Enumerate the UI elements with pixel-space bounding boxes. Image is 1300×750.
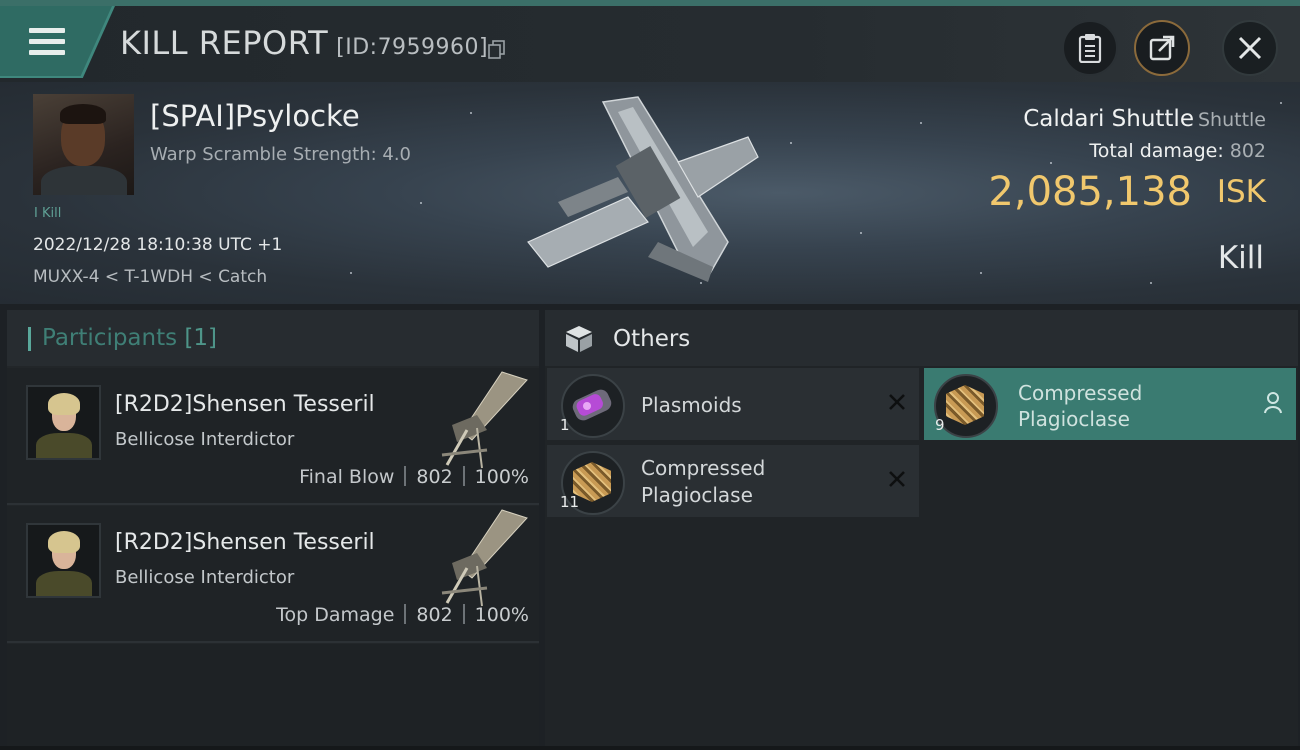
copy-icon[interactable] — [488, 40, 506, 60]
item-quantity: 11 — [560, 493, 580, 511]
item-name-line1: Compressed — [1018, 381, 1143, 405]
plasmoids-icon — [561, 374, 625, 438]
item-name-line2: Plagioclase — [1018, 407, 1130, 431]
total-damage: Total damage: 802 — [1089, 140, 1266, 162]
participant-ship-image[interactable] — [432, 370, 532, 470]
person-icon — [1264, 392, 1282, 414]
victim-portrait[interactable] — [33, 94, 134, 195]
destroyed-x-icon — [889, 471, 905, 487]
participant-role: Top Damage — [276, 604, 395, 626]
participant-stats: Final Blow 802 100% — [299, 466, 529, 488]
item-compressed-plagioclase-dropped[interactable]: 9 Compressed Plagioclase — [924, 368, 1296, 440]
isk-value: 2,085,138 — [988, 169, 1192, 215]
participants-title: Participants [1] — [42, 325, 217, 351]
kill-result: Kill — [1217, 240, 1264, 276]
close-button[interactable] — [1222, 20, 1278, 76]
others-panel: Others 1 Plasmoids 11 Compressed Plagioc… — [545, 310, 1298, 746]
hamburger-menu-icon[interactable] — [29, 28, 65, 56]
participants-title-text: Participants — [42, 325, 178, 351]
ship-name: Caldari Shuttle — [1023, 106, 1194, 132]
destroyed-x-icon — [889, 394, 905, 410]
kill-location[interactable]: MUXX-4 < T-1WDH < Catch — [33, 267, 267, 287]
total-damage-value: 802 — [1229, 140, 1266, 162]
participant-avatar[interactable] — [26, 385, 101, 460]
share-button[interactable] — [1134, 20, 1190, 76]
participant-row[interactable]: [R2D2]Shensen Tesseril Bellicose Interdi… — [7, 506, 539, 643]
isk-unit: ISK — [1216, 174, 1266, 210]
participant-stats: Top Damage 802 100% — [276, 604, 529, 626]
victim-name[interactable]: [SPAI]Psylocke — [150, 99, 360, 133]
item-compressed-plagioclase[interactable]: 11 Compressed Plagioclase — [547, 445, 919, 517]
item-quantity: 1 — [560, 416, 570, 434]
total-damage-label: Total damage: — [1089, 140, 1224, 162]
participants-count: [1] — [184, 325, 218, 351]
cube-icon — [566, 326, 592, 352]
item-name-line1: Compressed — [641, 456, 766, 480]
participant-name[interactable]: [R2D2]Shensen Tesseril — [115, 392, 375, 417]
header-bar: KILL REPORT [ID:7959960] — [0, 6, 1300, 82]
participant-damage: 802 — [416, 604, 453, 626]
participant-ship: Bellicose Interdictor — [115, 567, 295, 588]
page-title-text: KILL REPORT — [120, 24, 329, 62]
item-quantity: 9 — [935, 416, 945, 434]
bottom-strip — [0, 746, 1300, 750]
others-header: Others — [545, 310, 1298, 366]
share-icon — [1149, 35, 1175, 61]
victim-banner: [SPAI]Psylocke Warp Scramble Strength: 4… — [0, 82, 1300, 304]
clipboard-button[interactable] — [1062, 20, 1118, 76]
close-icon — [1238, 36, 1262, 60]
participant-damage: 802 — [416, 466, 453, 488]
menu-button[interactable] — [0, 6, 112, 76]
kill-datetime: 2022/12/28 18:10:38 UTC +1 — [33, 235, 283, 255]
victim-ship-type[interactable]: Caldari Shuttle Shuttle — [1023, 106, 1266, 132]
page-title: KILL REPORT [ID:7959960] — [120, 24, 488, 62]
participants-empty-area — [7, 644, 539, 746]
item-name-line2: Plagioclase — [641, 483, 753, 507]
header-accent-bar — [28, 327, 31, 351]
item-plasmoids[interactable]: 1 Plasmoids — [547, 368, 919, 440]
victim-ship-image[interactable] — [508, 92, 768, 292]
participant-name[interactable]: [R2D2]Shensen Tesseril — [115, 530, 375, 555]
warp-scramble-strength: Warp Scramble Strength: 4.0 — [150, 144, 412, 165]
participant-avatar[interactable] — [26, 523, 101, 598]
participant-row[interactable]: [R2D2]Shensen Tesseril Bellicose Interdi… — [7, 368, 539, 505]
participants-panel: Participants [1] [R2D2]Shensen Tesseril … — [7, 310, 539, 746]
ship-class: Shuttle — [1197, 109, 1266, 131]
report-id: [ID:7959960] — [336, 35, 489, 60]
participant-percent: 100% — [474, 604, 529, 626]
item-name: Plasmoids — [641, 393, 742, 417]
participant-role: Final Blow — [299, 466, 395, 488]
participant-ship-image[interactable] — [432, 508, 532, 608]
clipboard-icon — [1078, 34, 1102, 63]
others-title: Others — [613, 326, 691, 352]
participant-percent: 100% — [474, 466, 529, 488]
participant-ship: Bellicose Interdictor — [115, 429, 295, 450]
participants-header: Participants [1] — [7, 310, 539, 366]
kill-tag: I Kill — [34, 206, 62, 221]
